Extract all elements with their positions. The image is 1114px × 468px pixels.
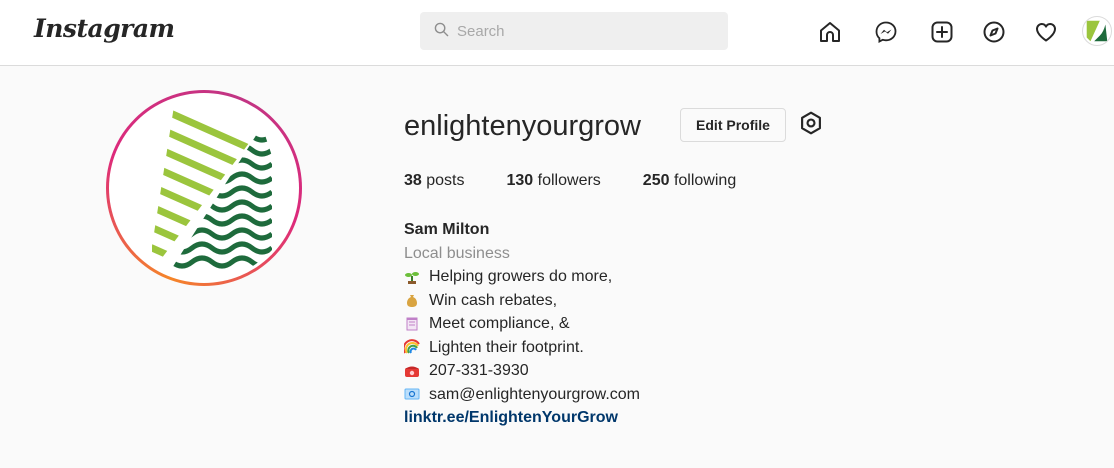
email-icon <box>404 386 420 402</box>
home-icon[interactable] <box>818 20 842 44</box>
explore-icon[interactable] <box>982 20 1006 44</box>
activity-heart-icon[interactable] <box>1034 20 1058 44</box>
search-input[interactable]: Search <box>420 12 728 50</box>
edit-profile-button[interactable]: Edit Profile <box>680 108 786 142</box>
profile-picture <box>112 96 296 280</box>
profile-full-name: Sam Milton <box>404 221 490 238</box>
profile-stats: 38 posts 130 followers 250 following <box>404 172 778 190</box>
bio-line: Helping growers do more, <box>404 265 640 289</box>
notepad-icon <box>404 316 420 332</box>
top-navigation-bar: Instagram Search <box>0 0 1114 66</box>
bio-line: Meet compliance, & <box>404 312 640 336</box>
profile-category: Local business <box>404 244 510 262</box>
instagram-logo[interactable]: Instagram <box>34 14 175 43</box>
posts-stat[interactable]: 38 posts <box>404 172 465 190</box>
profile-username: enlightenyourgrow <box>404 110 641 142</box>
money-bag-icon <box>404 292 420 308</box>
settings-gear-icon[interactable] <box>798 110 824 136</box>
telephone-icon <box>404 363 420 379</box>
profile-picture-ring[interactable] <box>106 90 302 286</box>
rainbow-icon <box>402 339 420 355</box>
bio-line: Win cash rebates, <box>404 289 640 313</box>
seedling-icon <box>404 269 420 285</box>
bio-line: 207-331-3930 <box>404 359 640 383</box>
new-post-icon[interactable] <box>930 20 954 44</box>
profile-bio: Sam Milton Local business Helping grower… <box>402 218 640 430</box>
search-icon <box>434 22 449 41</box>
bio-line: Lighten their footprint. <box>402 336 640 360</box>
search-placeholder: Search <box>457 22 505 40</box>
bio-line: sam@enlightenyourgrow.com <box>404 383 640 407</box>
profile-avatar[interactable] <box>1082 16 1112 46</box>
followers-stat[interactable]: 130 followers <box>507 172 601 190</box>
messenger-icon[interactable] <box>874 20 898 44</box>
bio-link[interactable]: linktr.ee/EnlightenYourGrow <box>404 406 640 430</box>
following-stat[interactable]: 250 following <box>643 172 736 190</box>
